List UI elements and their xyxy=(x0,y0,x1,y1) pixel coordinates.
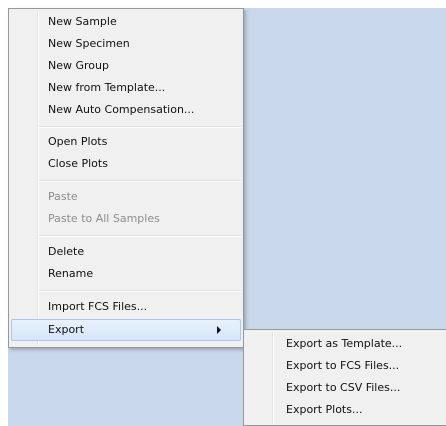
menu-item-import-fcs-files[interactable]: Import FCS Files... xyxy=(11,296,241,318)
menu-item-label: Close Plots xyxy=(48,157,108,170)
menu-item-new-from-template[interactable]: New from Template... xyxy=(11,77,241,99)
menu-item-export[interactable]: Export xyxy=(11,319,241,341)
menu-separator xyxy=(39,180,241,182)
menu-separator xyxy=(39,290,241,292)
menu-item-label: New Specimen xyxy=(48,37,130,50)
menu-item-paste-to-all-samples: Paste to All Samples xyxy=(11,208,241,230)
menu-item-label: Paste to All Samples xyxy=(48,212,160,225)
menu-item-label: Export xyxy=(48,323,85,336)
submenu-item-label: Export to FCS Files... xyxy=(286,359,400,372)
menu-item-new-sample[interactable]: New Sample xyxy=(11,11,241,33)
submenu-arrow-icon xyxy=(217,326,221,334)
export-submenu: Export as Template... Export to FCS File… xyxy=(243,329,446,426)
menu-item-label: Delete xyxy=(48,245,85,258)
menu-item-label: Paste xyxy=(48,190,78,203)
submenu-item-export-to-csv-files[interactable]: Export to CSV Files... xyxy=(246,377,444,399)
menu-item-paste: Paste xyxy=(11,186,241,208)
submenu-item-label: Export as Template... xyxy=(286,337,403,350)
submenu-item-export-as-template[interactable]: Export as Template... xyxy=(246,333,444,355)
menu-item-label: New from Template... xyxy=(48,81,166,94)
context-menu: New Sample New Specimen New Group New fr… xyxy=(8,8,244,348)
submenu-item-label: Export Plots... xyxy=(286,403,363,416)
submenu-item-export-plots[interactable]: Export Plots... xyxy=(246,399,444,421)
menu-item-label: Open Plots xyxy=(48,135,108,148)
menu-item-new-specimen[interactable]: New Specimen xyxy=(11,33,241,55)
submenu-item-export-to-fcs-files[interactable]: Export to FCS Files... xyxy=(246,355,444,377)
menu-item-label: Rename xyxy=(48,267,94,280)
menu-item-new-auto-compensation[interactable]: New Auto Compensation... xyxy=(11,99,241,121)
submenu-item-label: Export to CSV Files... xyxy=(286,381,401,394)
menu-item-open-plots[interactable]: Open Plots xyxy=(11,131,241,153)
menu-separator xyxy=(39,235,241,237)
menu-item-label: New Auto Compensation... xyxy=(48,103,195,116)
menu-item-label: New Sample xyxy=(48,15,117,28)
menu-item-new-group[interactable]: New Group xyxy=(11,55,241,77)
menu-separator xyxy=(39,126,241,128)
menu-item-label: Import FCS Files... xyxy=(48,300,148,313)
menu-item-delete[interactable]: Delete xyxy=(11,241,241,263)
menu-item-label: New Group xyxy=(48,59,109,72)
menu-item-close-plots[interactable]: Close Plots xyxy=(11,153,241,175)
menu-item-rename[interactable]: Rename xyxy=(11,263,241,285)
